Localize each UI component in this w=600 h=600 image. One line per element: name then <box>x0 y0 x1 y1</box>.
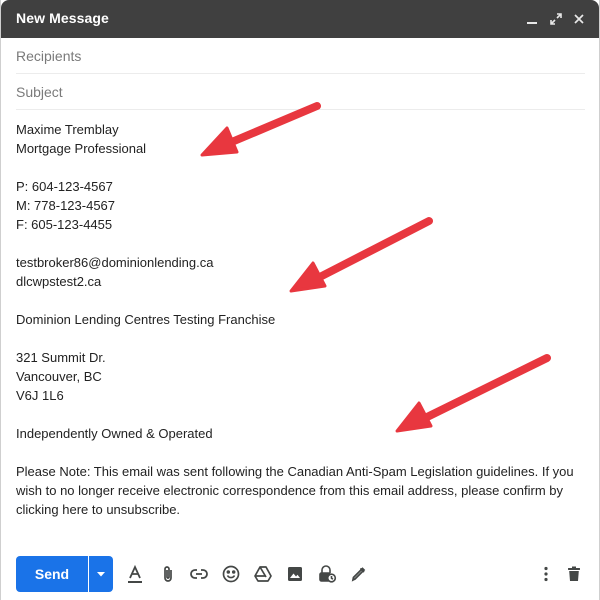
close-icon[interactable] <box>571 11 587 27</box>
message-body[interactable]: Maxime Tremblay Mortgage Professional P:… <box>16 110 588 540</box>
formatting-icon[interactable] <box>125 564 145 584</box>
signature-email: testbroker86@dominionlending.ca <box>16 255 214 270</box>
send-options-button[interactable] <box>89 556 113 592</box>
signature-ownership: Independently Owned & Operated <box>16 426 213 441</box>
compose-toolbar: Send <box>1 556 600 592</box>
signature-role: Mortgage Professional <box>16 141 147 156</box>
signature-address-line2: Vancouver, BC <box>16 369 102 384</box>
minimize-icon[interactable] <box>524 11 540 27</box>
signature-fax: F: 605-123-4455 <box>16 217 113 232</box>
emoji-icon[interactable] <box>221 564 241 584</box>
signature-name: Maxime Tremblay <box>16 122 119 137</box>
signature-address-line3: V6J 1L6 <box>16 388 64 403</box>
signature-website: dlcwpstest2.ca <box>16 274 102 289</box>
compose-titlebar[interactable]: New Message <box>1 0 599 38</box>
compose-window: New Message Maxime Tremblay Mortgage Pro… <box>0 0 600 600</box>
more-options-icon[interactable] <box>536 564 556 584</box>
signature-icon[interactable] <box>349 564 369 584</box>
subject-input[interactable] <box>16 74 585 109</box>
send-options-icon <box>97 572 105 577</box>
trash-icon[interactable] <box>564 564 584 584</box>
signature-mobile: M: 778-123-4567 <box>16 198 116 213</box>
signature-address-line1: 321 Summit Dr. <box>16 350 106 365</box>
recipients-field[interactable] <box>16 38 585 74</box>
link-icon[interactable] <box>189 564 209 584</box>
drive-icon[interactable] <box>253 564 273 584</box>
attach-icon[interactable] <box>158 564 178 584</box>
notice-line-3: clicking here to unsubscribe. <box>16 502 181 517</box>
signature-phone: P: 604-123-4567 <box>16 179 113 194</box>
send-button[interactable]: Send <box>16 556 88 592</box>
compose-title: New Message <box>16 10 109 26</box>
notice-line-2: wish to no longer receive electronic cor… <box>16 483 563 498</box>
notice-line-1: Please Note: This email was sent followi… <box>16 464 574 479</box>
recipients-input[interactable] <box>16 38 585 73</box>
photo-icon[interactable] <box>285 564 305 584</box>
confidential-mode-icon[interactable] <box>317 564 337 584</box>
fullscreen-icon[interactable] <box>548 11 564 27</box>
subject-field[interactable] <box>16 74 585 110</box>
signature-company: Dominion Lending Centres Testing Franchi… <box>16 312 276 327</box>
